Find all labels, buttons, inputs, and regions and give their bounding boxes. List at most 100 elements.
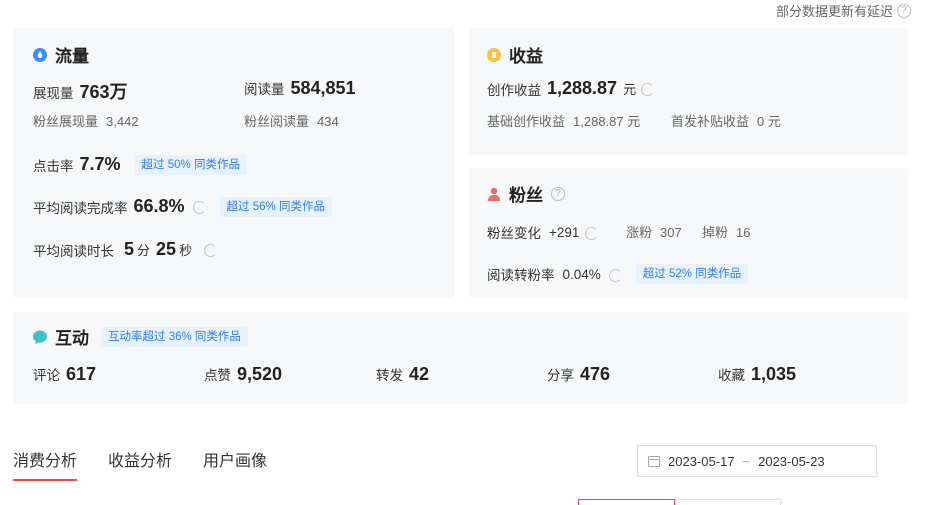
ctr-label: 点击率 — [33, 158, 74, 174]
fan-impressions-label: 粉丝展现量 — [33, 114, 99, 129]
toggle-button-right[interactable] — [675, 499, 781, 505]
creation-income-value: 1,288.87 — [547, 78, 618, 98]
comments-stat: 评论 617 — [33, 364, 96, 385]
comments-value: 617 — [66, 364, 97, 384]
conversion-row: 阅读转粉率 0.04% 超过 52% 同类作品 — [487, 264, 749, 284]
favorites-label: 收藏 — [718, 368, 745, 383]
refresh-icon[interactable] — [608, 268, 622, 282]
likes-label: 点赞 — [204, 368, 231, 383]
traffic-card: 流量 展现量 763万 阅读量 584,851 粉丝展现量 3,442 粉丝阅读… — [13, 28, 455, 298]
interaction-title-text: 互动 — [55, 329, 89, 348]
impressions-value: 763万 — [79, 82, 128, 102]
refresh-icon[interactable] — [585, 226, 599, 240]
completion-value: 66.8% — [133, 196, 185, 216]
fans-gain-row: 涨粉 307 — [626, 222, 682, 241]
traffic-title-text: 流量 — [55, 47, 89, 66]
duration-minutes: 5 — [124, 239, 135, 259]
basic-income-value: 1,288.87 元 — [573, 114, 641, 129]
ctr-value: 7.7% — [79, 154, 121, 174]
fans-change-row: 粉丝变化 +291 — [487, 222, 599, 242]
fans-title: 粉丝 ? — [487, 181, 565, 206]
fan-reads-value: 434 — [317, 114, 339, 129]
shares-stat: 分享 476 — [547, 364, 610, 385]
duration-row: 平均阅读时长 5 分 25 秒 — [33, 239, 218, 260]
conversion-tag: 超过 52% 同类作品 — [635, 264, 749, 284]
subsidy-income-value: 0 元 — [757, 114, 781, 129]
completion-label: 平均阅读完成率 — [33, 200, 128, 216]
notice-text: 部分数据更新有延迟 — [775, 4, 893, 19]
impressions-row: 展现量 763万 — [33, 78, 128, 104]
data-delay-notice: 部分数据更新有延迟 ? — [776, 1, 911, 20]
favorites-stat: 收藏 1,035 — [718, 364, 796, 385]
water-drop-icon — [33, 47, 47, 62]
fans-loss-label: 掉粉 — [702, 225, 729, 240]
fans-gain-value: 307 — [660, 225, 682, 240]
help-icon[interactable]: ? — [551, 186, 565, 201]
shares-value: 476 — [580, 364, 611, 384]
tab-income-analysis[interactable]: 收益分析 — [108, 447, 172, 481]
subsidy-income-label: 首发补贴收益 — [671, 114, 750, 129]
fan-impressions-row: 粉丝展现量 3,442 — [33, 111, 139, 130]
reposts-value: 42 — [409, 364, 430, 384]
creation-income-row: 创作收益 1,288.87 元 — [487, 78, 655, 99]
comments-label: 评论 — [33, 368, 60, 383]
interaction-title: 互动 互动率超过 36% 同类作品 — [33, 324, 248, 349]
likes-value: 9,520 — [237, 364, 283, 384]
date-separator: ~ — [742, 453, 751, 469]
reposts-label: 转发 — [376, 368, 403, 383]
duration-sec-unit: 秒 — [179, 243, 193, 258]
coin-icon — [487, 47, 501, 62]
user-icon — [488, 187, 500, 201]
fan-impressions-value: 3,442 — [106, 114, 139, 129]
interaction-tag: 互动率超过 36% 同类作品 — [101, 326, 248, 347]
chat-bubble-icon — [33, 330, 47, 344]
shares-label: 分享 — [547, 368, 574, 383]
toggle-button-left[interactable] — [578, 499, 675, 505]
creation-income-unit: 元 — [623, 82, 637, 97]
fans-change-value: +291 — [549, 224, 580, 240]
income-title: 收益 — [487, 42, 543, 67]
analysis-tabs: 消费分析 收益分析 用户画像 — [13, 447, 267, 481]
tab-user-profile[interactable]: 用户画像 — [203, 447, 267, 481]
calendar-icon — [648, 455, 660, 467]
conversion-label: 阅读转粉率 — [487, 268, 555, 283]
fans-card: 粉丝 ? 粉丝变化 +291 涨粉 307 掉粉 16 阅读转粉率 0.04% … — [469, 168, 908, 298]
reads-value: 584,851 — [290, 78, 356, 98]
date-end[interactable]: 2023-05-23 — [758, 454, 825, 469]
traffic-title: 流量 — [33, 42, 89, 67]
fan-reads-label: 粉丝阅读量 — [244, 114, 310, 129]
help-icon[interactable]: ? — [897, 3, 911, 18]
reads-label: 阅读量 — [244, 82, 285, 97]
completion-row: 平均阅读完成率 66.8% 超过 56% 同类作品 — [33, 196, 332, 217]
fan-reads-row: 粉丝阅读量 434 — [244, 111, 339, 130]
fans-title-text: 粉丝 — [509, 186, 543, 205]
income-card: 收益 创作收益 1,288.87 元 基础创作收益 1,288.87 元 首发补… — [469, 28, 908, 155]
tab-consumption-analysis[interactable]: 消费分析 — [13, 447, 78, 481]
fans-loss-value: 16 — [736, 225, 751, 240]
basic-income-row: 基础创作收益 1,288.87 元 — [487, 111, 640, 130]
basic-income-label: 基础创作收益 — [487, 114, 566, 129]
refresh-icon[interactable] — [641, 83, 655, 96]
refresh-icon[interactable] — [204, 244, 218, 257]
reads-row: 阅读量 584,851 — [244, 78, 356, 99]
ctr-row: 点击率 7.7% 超过 50% 同类作品 — [33, 154, 247, 175]
duration-label: 平均阅读时长 — [33, 243, 114, 259]
conversion-value: 0.04% — [562, 266, 601, 282]
income-title-text: 收益 — [509, 47, 543, 66]
fans-change-label: 粉丝变化 — [487, 226, 541, 241]
completion-tag: 超过 56% 同类作品 — [219, 196, 332, 217]
date-range-picker[interactable]: 2023-05-17 ~ 2023-05-23 — [637, 445, 877, 477]
date-start[interactable]: 2023-05-17 — [668, 454, 735, 469]
impressions-label: 展现量 — [33, 86, 74, 101]
creation-income-label: 创作收益 — [487, 82, 541, 98]
likes-stat: 点赞 9,520 — [204, 364, 282, 385]
duration-seconds: 25 — [156, 239, 177, 259]
ctr-tag: 超过 50% 同类作品 — [134, 154, 247, 175]
interaction-card: 互动 互动率超过 36% 同类作品 评论 617 点赞 9,520 转发 42 … — [13, 312, 908, 404]
refresh-icon[interactable] — [192, 201, 206, 214]
fans-gain-label: 涨粉 — [626, 225, 653, 240]
reposts-stat: 转发 42 — [376, 364, 429, 385]
favorites-value: 1,035 — [751, 364, 797, 384]
duration-min-unit: 分 — [137, 243, 151, 258]
subsidy-income-row: 首发补贴收益 0 元 — [671, 111, 781, 130]
